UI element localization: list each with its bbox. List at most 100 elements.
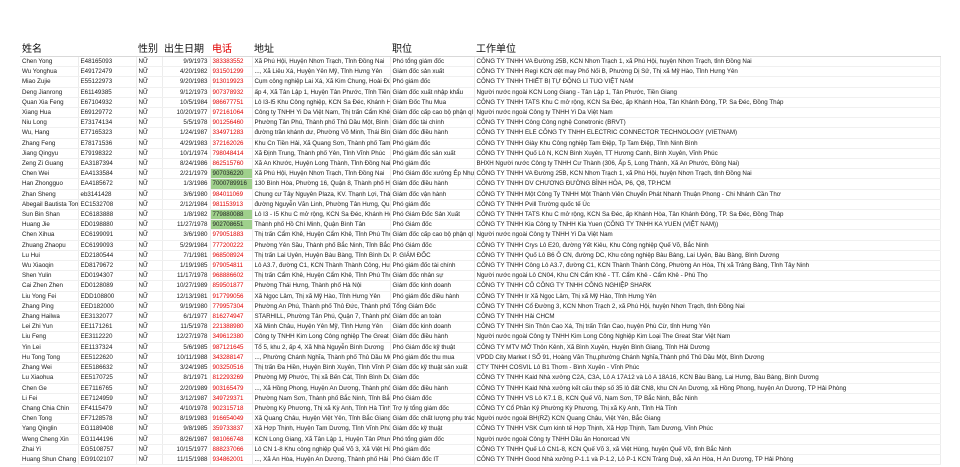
cell-name[interactable]: Jiang Qingyu [20, 148, 79, 160]
cell-id[interactable]: E73174134 [78, 117, 137, 129]
cell-phone[interactable]: 984011069 [210, 189, 253, 200]
cell-dob[interactable]: 12/13/1981 [162, 291, 211, 302]
cell-workplace[interactable]: CÔNG TY TNHH Ir Xã Ngọc Lâm, Thị xã Mỹ H… [474, 291, 941, 302]
cell-workplace[interactable]: CÔNG TY TNHH Kaid Nhà xưởng C2A, C3A, Lô… [474, 372, 941, 384]
cell-position[interactable]: Giám đốc kỹ thuật [390, 423, 475, 435]
cell-workplace[interactable]: CÔNG TY TNHH Pvill Trường quốc tế Úc [474, 199, 941, 211]
cell-name[interactable]: Chang Chia Chin [20, 403, 79, 415]
cell-workplace[interactable]: CÔNG TY TNHH Công Công nghệ Conetronic (… [474, 117, 941, 129]
header-position[interactable]: 职位 [390, 43, 474, 57]
cell-position[interactable]: Giám đốc tài chính [390, 117, 475, 129]
cell-position[interactable]: Giám Đốc Thu Mua [390, 97, 475, 109]
cell-sex[interactable]: NỮ [136, 229, 163, 241]
cell-dob[interactable]: 9/9/1973 [162, 56, 211, 68]
cell-phone[interactable]: 903250516 [210, 362, 253, 374]
cell-id[interactable]: EA3187394 [78, 158, 137, 170]
cell-name[interactable]: Lei Zhi Yun [20, 321, 79, 333]
cell-id[interactable]: EE1137324 [78, 342, 137, 353]
cell-id[interactable]: EF7128578 [78, 413, 137, 425]
cell-sex[interactable]: NỮ [136, 434, 163, 445]
cell-name[interactable]: Wu Yonghua [20, 66, 79, 78]
cell-phone[interactable]: 907036220 [210, 168, 253, 180]
cell-sex[interactable]: NỮ [136, 189, 163, 200]
cell-sex[interactable]: NỮ [136, 66, 163, 78]
cell-phone[interactable]: 777200222 [210, 240, 253, 251]
cell-workplace[interactable]: CÔNG TY TNHH TATS Khu C mở rộng, KCN Sa … [474, 209, 941, 221]
cell-address[interactable]: STARHILL, Phường Tân Phú, Quận 7, Thành … [252, 311, 391, 323]
cell-dob[interactable]: 3/6/1980 [162, 229, 211, 241]
cell-name[interactable]: Han Zhongguo [20, 178, 79, 190]
cell-phone[interactable]: 349729371 [210, 393, 253, 404]
cell-id[interactable]: E55122973 [78, 76, 137, 88]
cell-phone[interactable]: 902315718 [210, 403, 253, 415]
cell-id[interactable]: EC6183888 [78, 209, 137, 221]
cell-name[interactable]: Zhang Ping [20, 301, 79, 313]
cell-id[interactable]: E67104932 [78, 97, 137, 109]
cell-name[interactable]: Deng Jianrong [20, 87, 79, 98]
cell-workplace[interactable]: CÔNG TY TNHH VSK Cụm kinh tế Hợp Thịnh, … [474, 423, 941, 435]
cell-name[interactable]: Zhuang Zhaopu [20, 240, 79, 251]
cell-phone[interactable]: 816274947 [210, 311, 253, 323]
cell-sex[interactable]: NỮ [136, 97, 163, 109]
cell-name[interactable]: Huang Shun Chang [20, 454, 79, 466]
cell-id[interactable]: EE7116765 [78, 383, 137, 394]
cell-dob[interactable]: 10/15/1977 [162, 444, 211, 455]
cell-position[interactable]: Giám đốc sản xuất [390, 66, 475, 78]
cell-id[interactable]: E77165323 [78, 127, 137, 139]
cell-name[interactable]: Zhang Wei [20, 362, 79, 374]
cell-workplace[interactable]: CÔNG TY TNHH Regi KCN dệt may Phố Nối B,… [474, 66, 941, 78]
cell-address[interactable]: Xã Định Trung, Thành phố Yên, Tỉnh Vĩnh … [252, 148, 391, 160]
cell-workplace[interactable]: CÔNG TY TNHH Hải CHCM [474, 311, 941, 323]
cell-sex[interactable]: NỮ [136, 117, 163, 129]
cell-position[interactable]: Phó giám đốc [390, 138, 475, 149]
header-dob[interactable]: 出生日期 [162, 43, 210, 57]
cell-workplace[interactable]: CÔNG TY TNHH Giày Khu Công nghiệp Tam Đi… [474, 138, 941, 149]
cell-workplace[interactable]: Người nước ngoài Công ty TNHH Dầu ăn Hon… [474, 434, 941, 445]
cell-sex[interactable]: NỮ [136, 127, 163, 139]
cell-id[interactable]: EG5108757 [78, 444, 137, 455]
cell-workplace[interactable]: CÔNG TY MTV MỞ Thôn Kênh, Xã Bình Xuyên,… [474, 342, 941, 353]
cell-sex[interactable]: NỮ [136, 270, 163, 282]
cell-address[interactable]: Cụm công nghiệp Lai Xá, Xã Kim Chung, Ho… [252, 76, 391, 88]
cell-phone[interactable]: 798048414 [210, 148, 253, 160]
cell-id[interactable]: E48165093 [78, 56, 137, 68]
cell-position[interactable]: Tổng Giám Đốc [390, 301, 475, 313]
cell-phone[interactable]: 986677751 [210, 97, 253, 109]
cell-name[interactable]: Zeng Zi Guang [20, 158, 79, 170]
cell-address[interactable]: đường Nguyễn Văn Linh, Phường Tân Hưng, … [252, 199, 391, 211]
cell-sex[interactable]: NỮ [136, 56, 163, 68]
cell-phone[interactable]: 987121645 [210, 342, 253, 353]
cell-phone[interactable]: 343288147 [210, 352, 253, 364]
cell-id[interactable]: EG9102107 [78, 454, 137, 466]
cell-dob[interactable]: 9/20/1983 [162, 76, 211, 88]
cell-dob[interactable]: 8/1/1971 [162, 372, 211, 384]
cell-sex[interactable]: NỮ [136, 311, 163, 323]
cell-address[interactable]: Phường An Phú, Thành phố Thủ Đức, Thành … [252, 301, 391, 313]
cell-dob[interactable]: 9/8/1985 [162, 423, 211, 435]
cell-workplace[interactable]: CÔNG TY TNHH Quố Lô B6 Ô CN, đường DC, K… [474, 250, 941, 262]
cell-id[interactable]: E78171536 [78, 138, 137, 149]
cell-name[interactable]: Zhang Hailwa [20, 311, 79, 323]
cell-phone[interactable]: 779880088 [210, 209, 253, 221]
cell-address[interactable]: Thị trấn Cẩm Khê, Huyện Cẩm Khê, Tỉnh Ph… [252, 270, 391, 282]
cell-position[interactable]: Phó Giám đốc [390, 240, 475, 251]
cell-sex[interactable]: NỮ [136, 393, 163, 404]
cell-dob[interactable]: 11/17/1978 [162, 270, 211, 282]
cell-workplace[interactable]: CÔNG TY TNHH Sin Thôn Cao Xá, Thị trấn T… [474, 321, 941, 333]
cell-name[interactable]: Chen Wei [20, 168, 79, 180]
cell-id[interactable]: E61149385 [78, 87, 137, 98]
cell-address[interactable]: Lô I3 - I5 Khu C mở rộng, KCN Sa Đéc, Kh… [252, 209, 391, 221]
cell-id[interactable]: EC6199093 [78, 240, 137, 251]
cell-workplace[interactable]: BHXH Người nước Công ty TNHH Cư Thành (3… [474, 158, 941, 170]
cell-id[interactable]: E79198322 [78, 148, 137, 160]
cell-position[interactable]: Phó giám đốc [390, 444, 475, 455]
cell-name[interactable]: Liu Yong Fei [20, 291, 79, 302]
cell-address[interactable]: Thị trấn Đa Hiền, Huyện Bình Xuyên, Tỉnh… [252, 362, 391, 374]
cell-position[interactable]: Giám đốc điều hành [390, 331, 475, 343]
cell-sex[interactable]: NỮ [136, 372, 163, 384]
cell-position[interactable]: Giám đốc vận hành [390, 189, 475, 200]
cell-address[interactable]: Phường Yên Sầu, Thành phố Bắc Ninh, Tỉnh… [252, 240, 391, 251]
cell-phone[interactable]: 979051883 [210, 229, 253, 241]
cell-address[interactable]: ..., Xã Liêu Xá, Huyện Yên Mỹ, Tỉnh Hưng… [252, 66, 391, 78]
cell-name[interactable]: Yin Lei [20, 342, 79, 353]
